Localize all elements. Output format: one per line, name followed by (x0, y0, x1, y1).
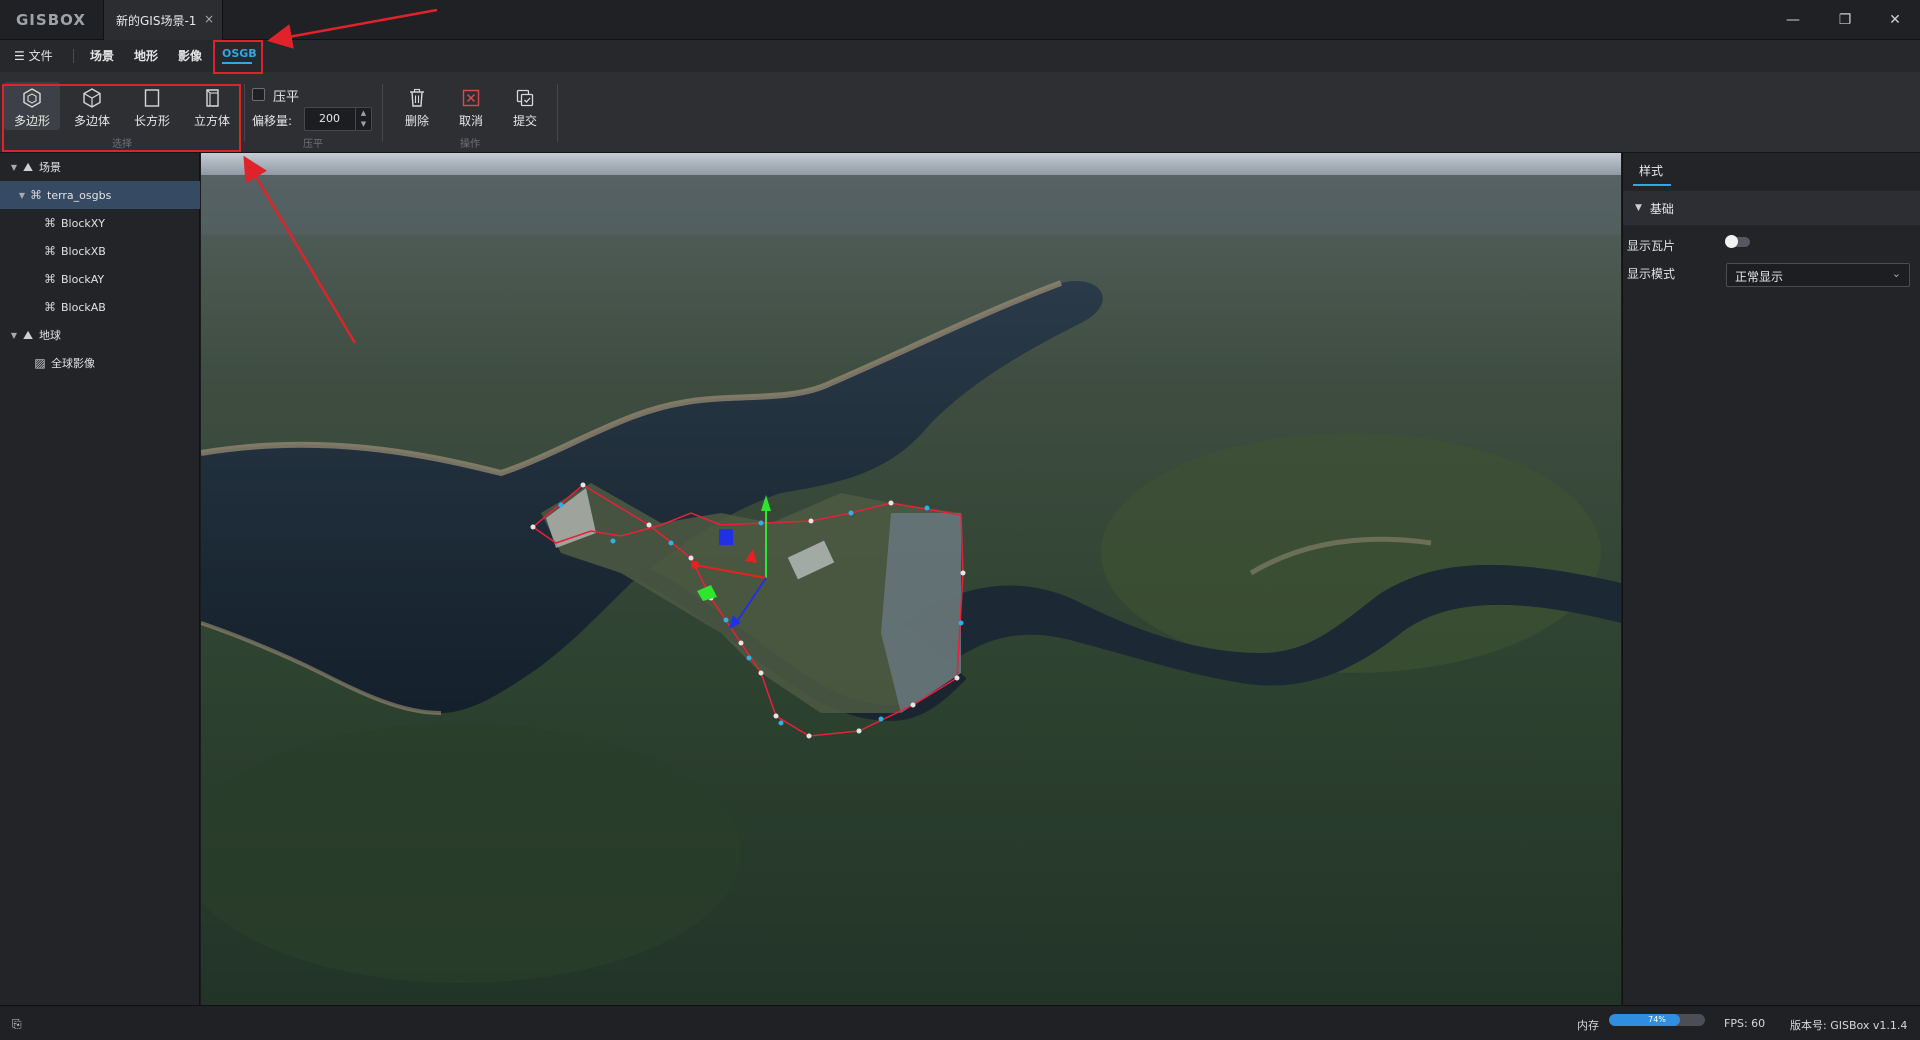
version-label: 版本号: GISBox v1.1.4 (1790, 1019, 1908, 1032)
tree-item-globe[interactable]: ▼ ⛰ 地球 (0, 321, 200, 349)
flatten-group-label: 压平 (303, 139, 323, 150)
expand-arrow-icon[interactable]: ▼ (8, 331, 20, 340)
tree-item-global-imagery[interactable]: ▨ 全球影像 (0, 349, 200, 377)
menu-imagery[interactable]: 影像 (178, 47, 202, 64)
submit-icon (516, 89, 534, 107)
menu-terrain[interactable]: 地形 (134, 47, 158, 64)
tree-item-label: 地球 (39, 329, 61, 342)
tree-item-blockxb[interactable]: ⌘ BlockXB (0, 237, 200, 265)
show-tiles-label: 显示瓦片 (1627, 239, 1676, 253)
ribbon-toolbar: 多边形 多边体 长方形 立方体 选择 压平 偏移量: 200 ▲ ▼ 压平 删除… (0, 72, 1920, 153)
block-icon: ⌘ (44, 272, 56, 286)
close-window-button[interactable]: ✕ (1870, 0, 1920, 40)
expand-arrow-icon[interactable]: ▼ (8, 163, 20, 172)
trash-icon (410, 88, 424, 107)
title-bar: GISBOX 新的GIS场景-1 × — ❐ ✕ (0, 0, 1920, 40)
menu-scene[interactable]: 场景 (90, 47, 114, 64)
block-icon: ⌘ (44, 244, 56, 258)
tree-item-terra-osgbs[interactable]: ▼ ⌘ terra_osgbs (0, 181, 200, 209)
memory-bar: 74% (1609, 1014, 1705, 1026)
tree-item-label: BlockXY (61, 216, 106, 230)
operation-group-label: 操作 (460, 139, 480, 150)
cancel-icon (462, 89, 480, 107)
document-tab-title: 新的GIS场景-1 (116, 13, 197, 28)
submit-button[interactable]: 提交 (497, 82, 553, 130)
menu-bar: ☰ 文件 场景 地形 影像 OSGB (0, 40, 1920, 72)
tree-item-label: BlockAB (61, 300, 106, 314)
tree-item-scene[interactable]: ▼ ⛰ 场景 (0, 153, 200, 181)
tree-item-blockay[interactable]: ⌘ BlockAY (0, 265, 200, 293)
group-separator (244, 84, 245, 142)
toggle-knob (1725, 235, 1738, 248)
tree-item-label: 全球影像 (51, 357, 95, 370)
menu-file[interactable]: ☰ 文件 (14, 47, 53, 64)
map-viewport[interactable] (201, 153, 1621, 1005)
delete-button[interactable]: 删除 (389, 82, 445, 130)
delete-button-label: 删除 (404, 114, 429, 128)
cancel-button-label: 取消 (458, 114, 483, 128)
globe-icon: ⛰ (22, 327, 34, 342)
expand-arrow-icon[interactable]: ▼ (16, 191, 28, 200)
terrain-scene[interactable] (201, 153, 1621, 1005)
display-mode-select[interactable]: 正常显示 ⌄ (1726, 263, 1910, 287)
annotation-box-osgb (213, 40, 263, 74)
minimize-button[interactable]: — (1768, 0, 1818, 40)
tree-item-label: BlockAY (61, 272, 105, 286)
menu-separator (73, 49, 74, 63)
flatten-checkbox-label: 压平 (273, 90, 300, 105)
offset-input[interactable]: 200 ▲ ▼ (304, 107, 372, 131)
horizon-haze (201, 175, 1621, 235)
document-tab[interactable]: 新的GIS场景-1 × (103, 0, 223, 40)
group-separator (557, 84, 558, 142)
block-icon: ⌘ (44, 216, 56, 230)
imagery-icon: ▨ (34, 356, 46, 370)
scene-icon: ⛰ (22, 159, 34, 174)
export-icon[interactable]: ⎘ (12, 1017, 22, 1032)
memory-label: 内存 (1577, 1019, 1599, 1032)
offset-stepper[interactable]: ▲ ▼ (355, 108, 371, 130)
display-mode-label: 显示模式 (1627, 267, 1676, 281)
flatten-checkbox[interactable] (252, 88, 265, 101)
forest-patch (201, 723, 741, 983)
maximize-button[interactable]: ❐ (1820, 0, 1870, 40)
app-logo: GISBOX (16, 11, 86, 29)
group-separator (382, 84, 383, 142)
fps-readout: FPS: 60 (1724, 1017, 1766, 1030)
close-tab-icon[interactable]: × (204, 12, 214, 26)
memory-percent: 74% (1648, 1015, 1666, 1024)
tab-style[interactable]: 样式 (1631, 153, 1671, 187)
display-mode-value: 正常显示 (1735, 270, 1784, 284)
tree-item-label: BlockXB (61, 244, 106, 258)
show-tiles-toggle[interactable] (1725, 235, 1750, 248)
model-icon: ⌘ (30, 188, 42, 202)
scene-tree-panel: ▼ ⛰ 场景 ▼ ⌘ terra_osgbs ⌘ BlockXY ⌘ Block… (0, 153, 200, 1005)
tree-item-blockab[interactable]: ⌘ BlockAB (0, 293, 200, 321)
section-basic[interactable]: ▼ 基础 (1623, 191, 1920, 225)
offset-label: 偏移量: (252, 114, 293, 128)
tree-item-label: terra_osgbs (47, 188, 112, 202)
active-tab-indicator (1633, 184, 1671, 186)
tree-item-blockxy[interactable]: ⌘ BlockXY (0, 209, 200, 237)
offset-value: 200 (319, 112, 340, 125)
section-basic-label: 基础 (1649, 201, 1674, 216)
cancel-button[interactable]: 取消 (443, 82, 499, 130)
submit-button-label: 提交 (512, 114, 537, 128)
tree-item-label: 场景 (39, 161, 61, 174)
collapse-arrow-icon[interactable]: ▼ (1635, 203, 1642, 213)
annotation-box-select-tools (2, 84, 241, 152)
block-icon: ⌘ (44, 300, 56, 314)
chevron-down-icon: ⌄ (1891, 267, 1901, 280)
